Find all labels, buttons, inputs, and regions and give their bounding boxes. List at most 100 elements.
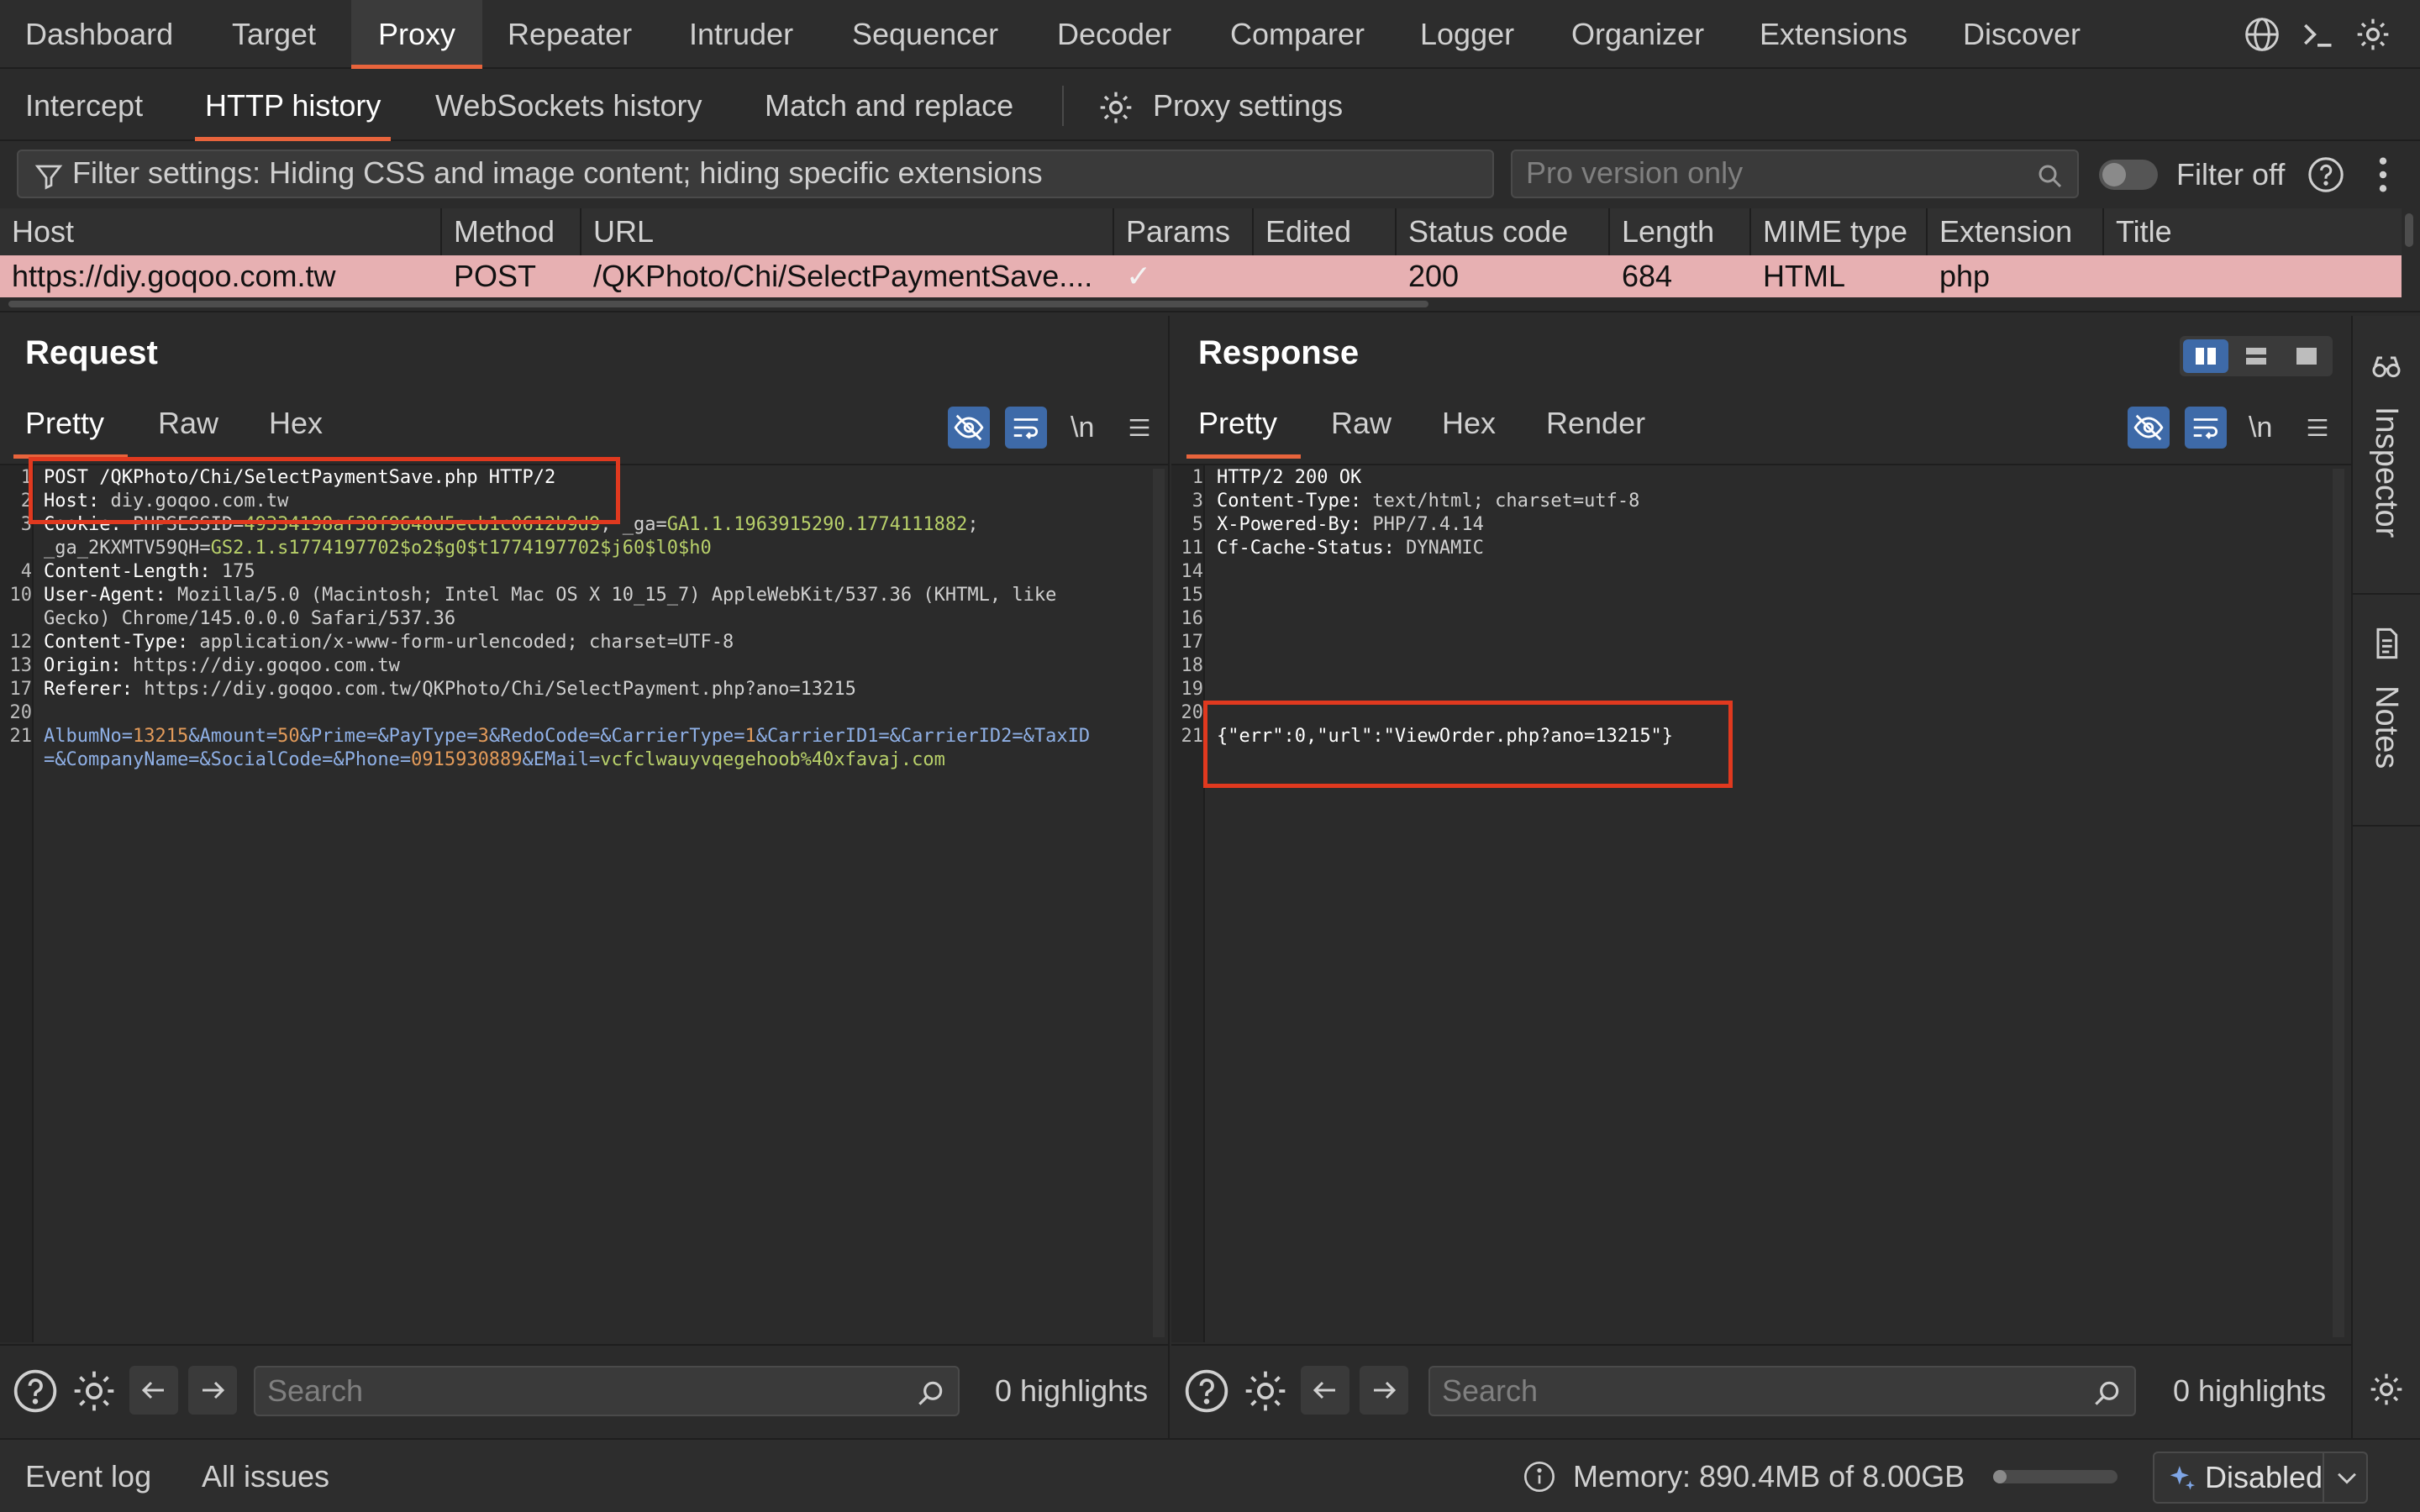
header-value: Gecko) Chrome/145.0.0.0 Safari/537.36 (44, 608, 456, 629)
response-search-settings-gear-icon[interactable] (1240, 1366, 1291, 1416)
line-number: 15 (1181, 585, 1204, 606)
event-log-button[interactable]: Event log (25, 1440, 151, 1512)
request-tab-pretty[interactable]: Pretty (13, 400, 129, 459)
word-wrap-icon[interactable] (2185, 407, 2227, 449)
column-header-url[interactable]: URL (581, 208, 1114, 255)
line-number: 1 (1192, 467, 1203, 488)
previous-arrow-icon[interactable] (1301, 1366, 1349, 1415)
nav-tab-target[interactable]: Target (207, 0, 341, 69)
column-header-length[interactable]: Length (1610, 208, 1751, 255)
ai-status-button[interactable]: Disabled (2153, 1452, 2368, 1504)
chevron-down-icon[interactable] (2333, 1463, 2361, 1496)
next-arrow-icon[interactable] (1360, 1366, 1408, 1415)
tab-websockets-history[interactable]: WebSockets history (435, 71, 702, 141)
globe-icon[interactable] (2242, 14, 2282, 55)
nav-tab-comparer[interactable]: Comparer (1205, 0, 1390, 69)
rail-settings-gear-icon[interactable] (2365, 1368, 2408, 1411)
column-header-mime-type[interactable]: MIME type (1751, 208, 1928, 255)
request-editor[interactable]: 1 2 3 4 10 12 13 17 20 21 POST /QKPhoto/… (0, 457, 1168, 1342)
header-value: 175 (210, 561, 255, 582)
inspector-tab[interactable]: Inspector (2368, 407, 2404, 538)
inspector-icon[interactable] (2365, 344, 2408, 388)
response-help-icon[interactable] (1181, 1366, 1232, 1416)
nav-tab-organizer[interactable]: Organizer (1546, 0, 1729, 69)
column-header-method[interactable]: Method (442, 208, 581, 255)
tab-intercept[interactable]: Intercept (25, 71, 143, 141)
request-tab-raw[interactable]: Raw (158, 400, 218, 447)
param-name: =&CompanyName=&SocialCode=&Phone= (44, 749, 412, 770)
request-help-icon[interactable] (10, 1366, 60, 1416)
response-tab-render[interactable]: Render (1546, 400, 1645, 447)
proxy-settings-button[interactable]: Proxy settings (1153, 71, 1343, 141)
menu-hamburger-icon[interactable] (1121, 407, 1158, 449)
header-value: https://diy.goqoo.com.tw/QKPhoto/Chi/Sel… (132, 679, 856, 700)
next-arrow-icon[interactable] (188, 1366, 237, 1415)
param-value: vcfclwauyvqegehoob%40xfavaj.com (600, 749, 945, 770)
header-value: https://diy.goqoo.com.tw (121, 655, 400, 676)
hide-nonprintable-eye-icon[interactable] (2128, 407, 2170, 449)
filter-settings-bar[interactable]: Filter settings: Hiding CSS and image co… (17, 150, 1494, 198)
line-number: 21 (9, 726, 33, 747)
header-name: Content-Type: (1217, 491, 1362, 512)
layout-split-vertical-icon[interactable] (2183, 339, 2228, 373)
settings-gear-icon[interactable] (2353, 14, 2393, 55)
table-horizontal-scrollbar[interactable] (8, 301, 1428, 307)
line-number: 14 (1181, 561, 1204, 582)
nav-tab-logger[interactable]: Logger (1395, 0, 1539, 69)
notes-tab[interactable]: Notes (2368, 685, 2404, 769)
annotation-box-response (1203, 701, 1733, 788)
column-header-extension[interactable]: Extension (1928, 208, 2104, 255)
word-wrap-icon[interactable] (1005, 407, 1047, 449)
proxy-sub-nav: Intercept HTTP history WebSockets histor… (0, 71, 2420, 141)
previous-arrow-icon[interactable] (129, 1366, 178, 1415)
response-header-line: Content-Type: text/html; charset=utf-8 (1217, 491, 1639, 512)
more-options-icon[interactable] (2368, 153, 2398, 197)
nav-tab-extensions[interactable]: Extensions (1734, 0, 1933, 69)
divider (2323, 1453, 2324, 1502)
line-number: 3 (20, 514, 32, 535)
tab-match-and-replace[interactable]: Match and replace (765, 71, 1013, 141)
column-header-params[interactable]: Params (1114, 208, 1254, 255)
filter-toggle[interactable] (2099, 160, 2158, 190)
request-scrollbar[interactable] (1153, 469, 1165, 1337)
table-vertical-scrollbar[interactable] (2405, 213, 2413, 247)
hide-nonprintable-eye-icon[interactable] (948, 407, 990, 449)
response-scrollbar[interactable] (2333, 469, 2344, 1337)
response-tab-hex[interactable]: Hex (1442, 400, 1496, 447)
header-name: Origin: (44, 655, 122, 676)
tab-http-history[interactable]: HTTP history (194, 71, 392, 141)
response-tab-raw[interactable]: Raw (1331, 400, 1392, 447)
column-header-host[interactable]: Host (0, 208, 442, 255)
menu-hamburger-icon[interactable] (2299, 407, 2336, 449)
nav-tab-decoder[interactable]: Decoder (1032, 0, 1197, 69)
nav-tab-repeater[interactable]: Repeater (482, 0, 657, 69)
nav-tab-dashboard[interactable]: Dashboard (0, 0, 198, 69)
column-header-edited[interactable]: Edited (1254, 208, 1397, 255)
response-search-input[interactable]: Search (1428, 1366, 2136, 1416)
all-issues-button[interactable]: All issues (202, 1440, 329, 1512)
request-search-input[interactable]: Search (254, 1366, 960, 1416)
nav-tab-proxy[interactable]: Proxy (351, 0, 482, 69)
notes-document-icon[interactable] (2365, 622, 2408, 665)
nav-tab-sequencer[interactable]: Sequencer (827, 0, 1023, 69)
show-newlines-toggle[interactable]: \n (1071, 407, 1094, 449)
request-search-settings-gear-icon[interactable] (69, 1366, 119, 1416)
column-header-title[interactable]: Title (2104, 208, 2402, 255)
header-name: Referer: (44, 679, 133, 700)
column-header-status-code[interactable]: Status code (1397, 208, 1610, 255)
layout-split-horizontal-icon[interactable] (2233, 339, 2279, 373)
table-row[interactable]: https://diy.goqoo.com.tw POST /QKPhoto/C… (0, 255, 2402, 297)
proxy-settings-gear-icon[interactable] (1096, 87, 1136, 128)
help-icon[interactable] (2304, 153, 2348, 197)
response-header-line: Cf-Cache-Status: DYNAMIC (1217, 538, 1484, 559)
request-tab-hex[interactable]: Hex (269, 400, 323, 447)
show-newlines-toggle[interactable]: \n (2249, 407, 2272, 449)
response-editor[interactable]: 1 3 5 11 14 15 16 17 18 19 20 21 HTTP/2 … (1171, 464, 2351, 1342)
filter-funnel-icon (34, 160, 64, 203)
response-tab-pretty[interactable]: Pretty (1186, 400, 1302, 459)
terminal-icon[interactable] (2297, 14, 2338, 55)
nav-tab-intruder[interactable]: Intruder (664, 0, 818, 69)
history-search-input[interactable]: Pro version only (1511, 150, 2079, 198)
layout-single-pane-icon[interactable] (2284, 339, 2329, 373)
nav-tab-discover[interactable]: Discover (1938, 0, 2106, 69)
